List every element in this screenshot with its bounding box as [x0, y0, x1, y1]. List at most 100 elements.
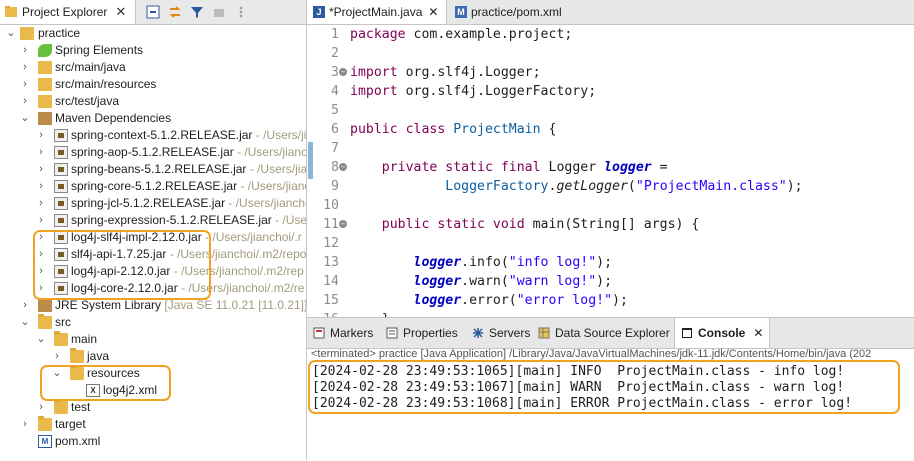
console-icon — [682, 328, 692, 338]
code-text: main(String[] args) { — [524, 217, 700, 232]
tree-item-src[interactable]: ⌄ src — [0, 314, 300, 331]
chevron-down-icon[interactable]: ⌄ — [20, 314, 30, 331]
code-class-name: ProjectMain — [445, 122, 541, 137]
tree-item-jar[interactable]: › spring-expression-5.1.2.RELEASE.jar - … — [0, 212, 306, 229]
tree-item-pom-xml[interactable]: M pom.xml — [0, 433, 300, 450]
disabled-tool-icon — [214, 9, 224, 17]
tree-item-label: src/main/resources — [55, 77, 157, 91]
tree-item-practice[interactable]: ⌄ practice — [0, 25, 300, 42]
highlight-console-output — [308, 360, 900, 414]
tree-item-label: target — [55, 417, 86, 431]
tree-item-label: spring-core-5.1.2.RELEASE.jar — [71, 179, 238, 193]
chevron-right-icon[interactable]: › — [20, 93, 30, 110]
chevron-right-icon[interactable]: › — [36, 144, 46, 161]
tree-item-decoration: - /Users/jianchoi — [225, 196, 307, 210]
line-number: 2 — [331, 46, 339, 61]
chevron-right-icon[interactable]: › — [36, 399, 46, 416]
chevron-right-icon[interactable]: › — [36, 178, 46, 195]
tree-item-target[interactable]: › target — [0, 416, 300, 433]
code-keyword: public class — [350, 122, 446, 137]
tab-console[interactable]: Console ✕ — [674, 318, 771, 348]
chevron-right-icon[interactable]: › — [36, 195, 46, 212]
project-explorer-panel: Project Explorer ✕ ⌄ practice › Spring E… — [0, 0, 307, 460]
chevron-right-icon[interactable]: › — [20, 297, 30, 314]
tree-item-src-main-resources[interactable]: › src/main/resources — [0, 76, 300, 93]
fold-minus-icon[interactable]: − — [339, 220, 347, 228]
code-string: "warn log!" — [508, 274, 597, 289]
tree-item-src-test-java[interactable]: › src/test/java — [0, 93, 300, 110]
line-number: 3 — [331, 65, 339, 80]
link-with-editor-icon[interactable] — [168, 5, 182, 19]
code-string: "info log!" — [508, 255, 597, 270]
chevron-right-icon[interactable]: › — [36, 161, 46, 178]
project-explorer-icon — [5, 6, 17, 17]
code-keyword: public static void — [350, 217, 525, 232]
tab-servers[interactable]: Servers — [472, 318, 530, 348]
tree-item-decoration: [Java SE 11.0.21 [11.0.21]] — [161, 298, 307, 312]
library-icon — [38, 112, 52, 125]
project-explorer-tab[interactable]: Project Explorer ✕ — [0, 0, 136, 24]
data-source-icon — [538, 327, 550, 339]
code-keyword: package — [350, 27, 406, 42]
tree-item-label: Maven Dependencies — [55, 111, 172, 125]
chevron-right-icon[interactable]: › — [36, 127, 46, 144]
tree-item-jar[interactable]: › spring-context-5.1.2.RELEASE.jar - /Us… — [0, 127, 306, 144]
jar-icon — [54, 197, 68, 210]
tree-item-maven-dependencies[interactable]: ⌄ Maven Dependencies — [0, 110, 300, 127]
code-text: org.slf4j.Logger; — [397, 65, 541, 80]
code-text: { — [540, 122, 557, 137]
maven-pom-icon: M — [38, 435, 52, 448]
code-type: Logger — [540, 160, 597, 175]
chevron-right-icon[interactable]: › — [20, 59, 30, 76]
code-keyword: import — [350, 65, 398, 80]
tree-item-jar[interactable]: › spring-aop-5.1.2.RELEASE.jar - /Users/… — [0, 144, 306, 161]
tree-item-test[interactable]: › test — [0, 399, 300, 416]
close-icon[interactable]: ✕ — [753, 326, 763, 340]
tree-item-jar[interactable]: › spring-jcl-5.1.2.RELEASE.jar - /Users/… — [0, 195, 307, 212]
line-number: 10 — [323, 198, 339, 213]
tab-projectmain-java[interactable]: J *ProjectMain.java ✕ — [307, 0, 447, 24]
code-text: ); — [612, 293, 628, 308]
jar-icon — [54, 214, 68, 227]
source-folder-icon — [38, 61, 52, 74]
project-explorer-title: Project Explorer — [22, 5, 108, 19]
close-icon[interactable]: ✕ — [115, 4, 126, 20]
source-folder-icon — [38, 95, 52, 108]
chevron-right-icon[interactable]: › — [20, 416, 30, 433]
chevron-right-icon[interactable]: › — [52, 348, 62, 365]
fold-minus-icon[interactable]: − — [339, 163, 347, 171]
tab-markers[interactable]: Markers — [313, 318, 373, 348]
code-class-name: LoggerFactory — [350, 179, 549, 194]
tree-item-label: test — [71, 400, 91, 414]
fold-minus-icon[interactable]: − — [339, 68, 347, 76]
collapse-all-icon[interactable] — [146, 5, 160, 19]
tree-item-label: main — [71, 332, 98, 346]
tree-item-java[interactable]: › java — [0, 348, 300, 365]
chevron-down-icon[interactable]: ⌄ — [36, 331, 46, 348]
chevron-right-icon[interactable]: › — [20, 76, 30, 93]
tab-label: Data Source Explorer — [555, 326, 670, 340]
tab-data-source-explorer[interactable]: Data Source Explorer — [538, 318, 670, 348]
code-text: .warn( — [461, 274, 509, 289]
tree-item-main[interactable]: ⌄ main — [0, 331, 300, 348]
tree-item-src-main-java[interactable]: › src/main/java — [0, 59, 300, 76]
close-icon[interactable]: ✕ — [428, 5, 438, 19]
chevron-down-icon[interactable]: ⌄ — [6, 25, 16, 42]
code-keyword: import — [350, 84, 398, 99]
tab-label: Servers — [489, 326, 531, 340]
view-menu-icon[interactable] — [234, 5, 248, 19]
chevron-right-icon[interactable]: › — [20, 42, 30, 59]
chevron-right-icon[interactable]: › — [36, 212, 46, 229]
tab-properties[interactable]: Properties — [386, 318, 458, 348]
tree-item-spring-elements[interactable]: › Spring Elements — [0, 42, 300, 59]
project-icon — [20, 27, 34, 40]
tab-pom-xml[interactable]: M practice/pom.xml — [449, 0, 589, 24]
chevron-down-icon[interactable]: ⌄ — [20, 110, 30, 127]
tree-item-jar[interactable]: › spring-core-5.1.2.RELEASE.jar - /Users… — [0, 178, 306, 195]
markers-icon — [313, 327, 325, 339]
tree-item-label: spring-expression-5.1.2.RELEASE.jar — [71, 213, 272, 227]
tree-item-label: practice — [38, 26, 81, 40]
code-field: logger — [350, 255, 462, 270]
tree-item-jar[interactable]: › spring-beans-5.1.2.RELEASE.jar - /User… — [0, 161, 306, 178]
filter-icon[interactable] — [190, 5, 204, 19]
